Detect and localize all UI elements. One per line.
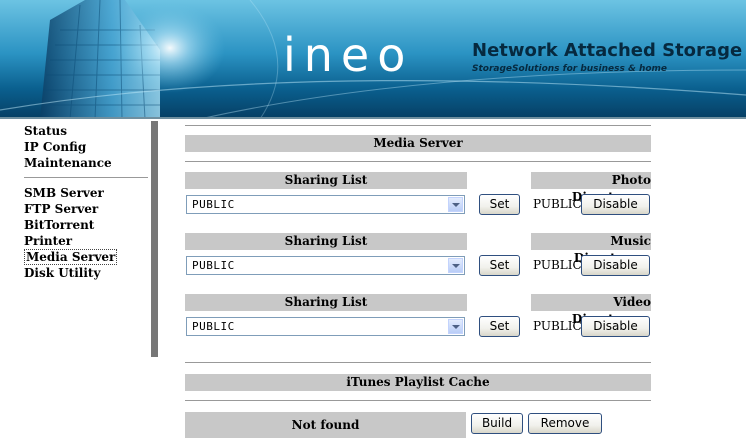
sidebar-scrollbar xyxy=(151,121,158,357)
photo-directory-value: PUBLIC xyxy=(533,197,582,211)
set-video-button[interactable]: Set xyxy=(479,316,520,337)
chevron-down-icon[interactable] xyxy=(448,258,463,273)
sidebar-item-ftp-server[interactable]: FTP Server xyxy=(24,201,117,217)
divider xyxy=(185,161,651,162)
build-button[interactable]: Build xyxy=(471,413,523,434)
product-title: Network Attached Storage xyxy=(472,40,743,61)
disable-video-button[interactable]: Disable xyxy=(581,316,650,337)
sharing-list-select-photo[interactable]: PUBLIC xyxy=(186,195,465,214)
set-photo-button[interactable]: Set xyxy=(479,194,520,215)
disable-photo-button[interactable]: Disable xyxy=(581,194,650,215)
sidebar-item-status[interactable]: Status xyxy=(24,123,150,139)
chevron-down-icon[interactable] xyxy=(448,197,463,212)
video-directory-label: Video Directory xyxy=(531,294,651,326)
sidebar-item-bittorrent[interactable]: BitTorrent xyxy=(24,217,117,233)
remove-button[interactable]: Remove xyxy=(528,413,602,434)
sharing-list-label: Sharing List xyxy=(185,172,467,189)
sidebar-item-ip-config[interactable]: IP Config xyxy=(24,139,150,155)
itunes-section-title: iTunes Playlist Cache xyxy=(185,374,651,391)
sidebar-item-media-server[interactable]: Media Server xyxy=(24,249,118,265)
ineo-logo: ineo xyxy=(283,28,414,82)
set-music-button[interactable]: Set xyxy=(479,255,520,276)
divider xyxy=(185,362,651,363)
sidebar-item-printer[interactable]: Printer xyxy=(24,233,117,249)
music-directory-value: PUBLIC xyxy=(533,258,582,272)
sidebar-divider xyxy=(24,177,148,178)
cache-status: Not found xyxy=(185,412,466,438)
sidebar-item-disk-utility[interactable]: Disk Utility xyxy=(24,265,117,281)
section-title: Media Server xyxy=(185,135,651,152)
product-subtitle: StorageSolutions for business & home xyxy=(472,64,668,74)
sidebar-item-maintenance[interactable]: Maintenance xyxy=(24,155,150,171)
photo-directory-label: Photo Directory xyxy=(531,172,651,204)
header-divider xyxy=(0,117,746,119)
sharing-list-label: Sharing List xyxy=(185,294,467,311)
divider xyxy=(185,125,651,126)
sidebar-nav: Status IP Config Maintenance SMB Server … xyxy=(24,123,150,280)
sharing-list-select-video[interactable]: PUBLIC xyxy=(186,317,465,336)
divider xyxy=(185,400,651,401)
sharing-list-select-music[interactable]: PUBLIC xyxy=(186,256,465,275)
disable-music-button[interactable]: Disable xyxy=(581,255,650,276)
sidebar-item-smb-server[interactable]: SMB Server xyxy=(24,185,117,201)
video-directory-value: PUBLIC xyxy=(533,319,582,333)
header-banner: ineo Network Attached Storage StorageSol… xyxy=(0,0,746,119)
music-directory-label: Music Directory xyxy=(531,233,651,265)
sharing-list-label: Sharing List xyxy=(185,233,467,250)
chevron-down-icon[interactable] xyxy=(448,319,463,334)
